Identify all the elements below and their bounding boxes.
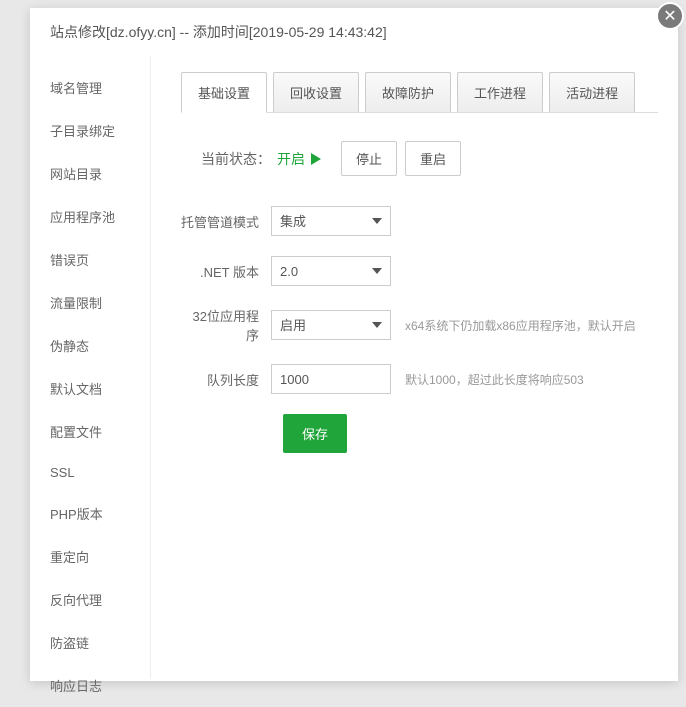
- sidebar-item-ssl[interactable]: SSL: [30, 453, 150, 492]
- close-icon: ✕: [663, 6, 676, 26]
- save-row: 保存: [181, 414, 658, 453]
- sidebar-item-domain[interactable]: 域名管理: [30, 66, 150, 109]
- hint-queue: 默认1000，超过此长度将响应503: [405, 371, 584, 388]
- row-pipeline: 托管管道模式 集成: [181, 206, 658, 236]
- status-value: 开启: [277, 149, 305, 169]
- sidebar-item-defaultdoc[interactable]: 默认文档: [30, 367, 150, 410]
- select-bit32[interactable]: 启用: [271, 310, 391, 340]
- input-queue[interactable]: [271, 364, 391, 394]
- label-queue: 队列长度: [181, 370, 271, 389]
- status-row: 当前状态： 开启 停止 重启: [181, 141, 658, 176]
- sidebar-item-proxy[interactable]: 反向代理: [30, 578, 150, 621]
- tab-worker[interactable]: 工作进程: [457, 72, 543, 112]
- label-bit32: 32位应用程序: [181, 306, 271, 344]
- status-label: 当前状态：: [201, 149, 271, 169]
- row-bit32: 32位应用程序 启用 x64系统下仍加载x86应用程序池，默认开启: [181, 306, 658, 344]
- row-queue: 队列长度 默认1000，超过此长度将响应503: [181, 364, 658, 394]
- stop-button[interactable]: 停止: [341, 141, 397, 176]
- sidebar-item-subdir[interactable]: 子目录绑定: [30, 109, 150, 152]
- sidebar-item-config[interactable]: 配置文件: [30, 410, 150, 453]
- sidebar-item-sitedir[interactable]: 网站目录: [30, 152, 150, 195]
- sidebar-item-redirect[interactable]: 重定向: [30, 535, 150, 578]
- close-button[interactable]: ✕: [656, 2, 684, 30]
- sidebar-item-responselog[interactable]: 响应日志: [30, 664, 150, 707]
- label-pipeline: 托管管道模式: [181, 212, 271, 231]
- modal-body: 域名管理 子目录绑定 网站目录 应用程序池 错误页 流量限制 伪静态 默认文档 …: [30, 56, 678, 679]
- select-dotnet[interactable]: 2.0: [271, 256, 391, 286]
- sidebar-item-hotlink[interactable]: 防盗链: [30, 621, 150, 664]
- play-icon: [311, 153, 321, 165]
- label-dotnet: .NET 版本: [181, 262, 271, 281]
- sidebar-item-traffic[interactable]: 流量限制: [30, 281, 150, 324]
- sidebar: 域名管理 子目录绑定 网站目录 应用程序池 错误页 流量限制 伪静态 默认文档 …: [30, 56, 150, 679]
- select-pipeline[interactable]: 集成: [271, 206, 391, 236]
- sidebar-item-rewrite[interactable]: 伪静态: [30, 324, 150, 367]
- save-button[interactable]: 保存: [283, 414, 347, 453]
- tab-basic[interactable]: 基础设置: [181, 72, 267, 113]
- sidebar-item-php[interactable]: PHP版本: [30, 492, 150, 535]
- hint-bit32: x64系统下仍加载x86应用程序池，默认开启: [405, 317, 636, 334]
- tab-recycle[interactable]: 回收设置: [273, 72, 359, 112]
- tab-failure[interactable]: 故障防护: [365, 72, 451, 112]
- sidebar-item-errorpage[interactable]: 错误页: [30, 238, 150, 281]
- restart-button[interactable]: 重启: [405, 141, 461, 176]
- row-dotnet: .NET 版本 2.0: [181, 256, 658, 286]
- content: 基础设置 回收设置 故障防护 工作进程 活动进程 当前状态： 开启 停止 重启 …: [150, 56, 678, 679]
- tabs: 基础设置 回收设置 故障防护 工作进程 活动进程: [181, 72, 658, 113]
- modal-title: 站点修改[dz.ofyy.cn] -- 添加时间[2019-05-29 14:4…: [30, 8, 678, 56]
- sidebar-item-apppool[interactable]: 应用程序池: [30, 195, 150, 238]
- tab-active[interactable]: 活动进程: [549, 72, 635, 112]
- site-edit-modal: ✕ 站点修改[dz.ofyy.cn] -- 添加时间[2019-05-29 14…: [30, 8, 678, 681]
